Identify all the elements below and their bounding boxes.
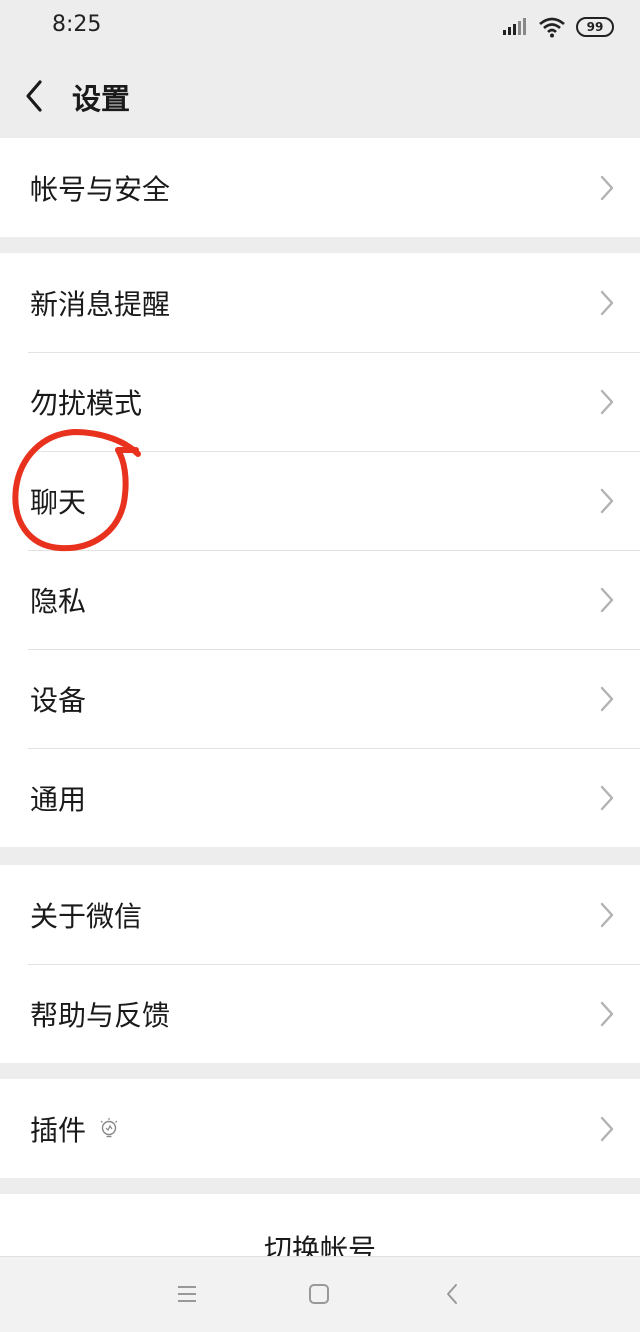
settings-item-label: 帮助与反馈 [30,998,171,1032]
chevron-right-icon [600,785,614,810]
settings-group-about: 关于微信 帮助与反馈 [0,865,640,1063]
settings-item-label: 关于微信 [30,899,143,933]
home-icon[interactable] [304,1279,334,1309]
chevron-right-icon [600,587,614,612]
signal-icon [503,18,526,35]
system-nav-bar [0,1256,640,1332]
status-bar: 8:25 99 [0,0,640,54]
settings-item-help-feedback[interactable]: 帮助与反馈 [0,964,640,1063]
chevron-right-icon [600,488,614,513]
settings-group-main: 新消息提醒 勿扰模式 聊天 隐私 设备 通用 [0,253,640,847]
chevron-right-icon [600,290,614,315]
battery-level: 99 [586,20,604,34]
settings-item-label: 通用 [30,782,87,816]
settings-item-notifications[interactable]: 新消息提醒 [0,253,640,352]
settings-item-label: 聊天 [30,485,87,519]
menu-icon[interactable] [172,1279,202,1309]
settings-item-chat[interactable]: 聊天 [0,451,640,550]
chevron-right-icon [600,1001,614,1026]
settings-item-about[interactable]: 关于微信 [0,865,640,964]
status-time: 8:25 [52,12,102,37]
settings-group-plugins: 插件 [0,1079,640,1178]
chevron-right-icon [600,902,614,927]
settings-item-label: 隐私 [30,584,87,618]
switch-account-button[interactable]: 切换帐号 [0,1194,640,1256]
settings-item-label: 设备 [30,683,87,717]
settings-item-label: 勿扰模式 [30,386,143,420]
battery-icon: 99 [576,17,614,37]
back-nav-icon[interactable] [438,1279,468,1309]
settings-item-privacy[interactable]: 隐私 [0,550,640,649]
chevron-right-icon [600,175,614,200]
bulb-icon [100,1117,118,1137]
settings-item-label: 新消息提醒 [30,287,171,321]
settings-item-devices[interactable]: 设备 [0,649,640,748]
chevron-right-icon [600,686,614,711]
chevron-right-icon [600,1116,614,1141]
settings-item-do-not-disturb[interactable]: 勿扰模式 [0,352,640,451]
wifi-icon [539,17,565,38]
page-title: 设置 [72,82,131,116]
settings-item-label-wrap: 插件 [30,1109,120,1149]
status-icons: 99 [502,14,614,40]
settings-group-account: 帐号与安全 [0,138,640,237]
settings-item-label: 帐号与安全 [30,172,171,206]
back-icon[interactable] [20,76,50,116]
settings-item-account-security[interactable]: 帐号与安全 [0,138,640,237]
settings-item-general[interactable]: 通用 [0,748,640,847]
nav-bar: 设置 [0,54,640,138]
settings-item-plugins[interactable]: 插件 [0,1079,640,1178]
settings-item-label: 插件 [30,1113,87,1147]
chevron-right-icon [600,389,614,414]
switch-account-label: 切换帐号 [263,1233,376,1256]
